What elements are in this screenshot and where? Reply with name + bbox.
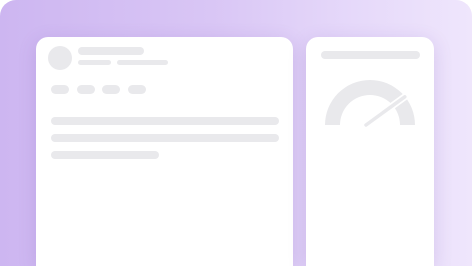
gauge-title-placeholder [321, 51, 420, 59]
speedometer-gauge-icon [325, 80, 415, 129]
tag-chip-placeholder [51, 85, 69, 94]
avatar-placeholder [48, 46, 72, 70]
gauge-card-skeleton [306, 37, 434, 266]
tag-chip-placeholder [77, 85, 95, 94]
app-frame [0, 0, 472, 266]
text-line-placeholder [51, 117, 279, 125]
profile-card-skeleton [36, 37, 293, 266]
name-placeholder [78, 47, 144, 55]
subtitle-placeholder-1 [78, 60, 111, 65]
subtitle-placeholder-2 [117, 60, 168, 65]
tag-chip-placeholder [128, 85, 146, 94]
text-line-placeholder [51, 134, 279, 142]
text-line-placeholder [51, 151, 159, 159]
tag-chip-placeholder [102, 85, 120, 94]
